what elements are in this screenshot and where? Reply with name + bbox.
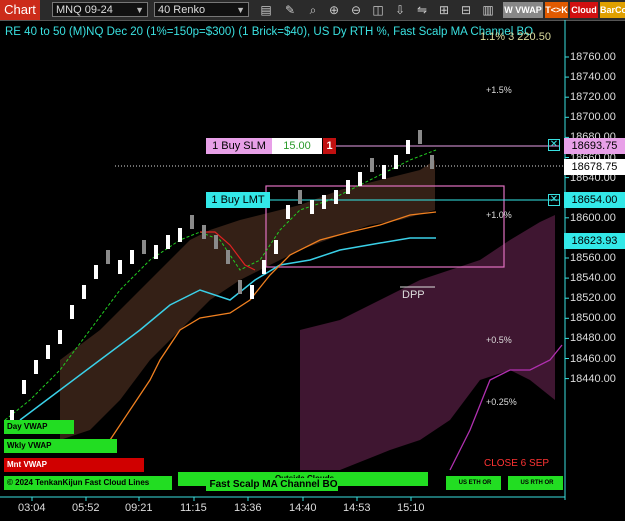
renko-brick bbox=[70, 305, 74, 319]
renko-brick bbox=[22, 380, 26, 394]
renko-brick bbox=[430, 155, 434, 169]
price-tick-label: 18480.00 bbox=[570, 332, 616, 345]
renko-brick bbox=[298, 190, 302, 204]
last-price-flag: 18678.75 bbox=[564, 159, 625, 175]
us-rth-or-badge: US RTH OR bbox=[508, 476, 563, 490]
renko-brick bbox=[202, 225, 206, 239]
renko-brick bbox=[130, 250, 134, 264]
renko-brick bbox=[370, 158, 374, 172]
buy-lmt-price-flag: 18654.00 bbox=[564, 192, 625, 208]
renko-brick bbox=[178, 228, 182, 242]
renko-brick bbox=[250, 285, 254, 299]
time-tick-label: 09:21 bbox=[125, 502, 153, 514]
price-tick-label: 18560.00 bbox=[570, 252, 616, 264]
ma-price-flag: 18623.93 bbox=[564, 233, 625, 249]
price-tick-label: 18760.00 bbox=[570, 51, 616, 63]
pct-label: +0.25% bbox=[486, 397, 517, 407]
time-tick-label: 11:15 bbox=[180, 502, 207, 514]
wkly-vwap-badge: Wkly VWAP bbox=[4, 439, 117, 453]
renko-brick bbox=[274, 240, 278, 254]
renko-brick bbox=[82, 285, 86, 299]
price-tick-label: 18540.00 bbox=[570, 272, 616, 285]
chart-title: RE 40 to 50 (M)NQ Dec 20 (1%=150p=$300) … bbox=[5, 26, 534, 38]
mnt-vwap-badge: Mnt VWAP bbox=[4, 458, 144, 472]
pct-label: +1.0% bbox=[486, 210, 512, 220]
price-tick-label: 18700.00 bbox=[570, 111, 616, 124]
pct-label: +0.5% bbox=[486, 335, 512, 345]
renko-brick bbox=[310, 200, 314, 214]
renko-brick bbox=[418, 130, 422, 144]
renko-brick bbox=[322, 195, 326, 209]
ichimoku-badge: © 2024 TenkanKijun Fast Cloud Lines bbox=[4, 476, 172, 490]
renko-brick bbox=[346, 180, 350, 194]
renko-brick bbox=[262, 260, 266, 274]
price-tick-label: 18500.00 bbox=[570, 312, 616, 325]
renko-brick bbox=[118, 260, 122, 274]
price-tick-label: 18600.00 bbox=[570, 211, 616, 224]
time-tick-label: 03:04 bbox=[18, 502, 46, 514]
time-tick-label: 15:10 bbox=[397, 502, 425, 514]
renko-brick bbox=[94, 265, 98, 279]
renko-brick bbox=[190, 215, 194, 229]
price-tick-label: 18440.00 bbox=[570, 372, 616, 385]
renko-brick bbox=[286, 205, 290, 219]
renko-brick bbox=[154, 245, 158, 259]
renko-brick bbox=[106, 250, 110, 264]
renko-brick bbox=[406, 140, 410, 154]
renko-brick bbox=[34, 360, 38, 374]
close-label: CLOSE 6 SEP bbox=[484, 458, 550, 469]
day-vwap-badge: Day VWAP bbox=[4, 420, 74, 434]
renko-brick bbox=[166, 235, 170, 249]
price-tick-label: 18720.00 bbox=[570, 91, 616, 104]
time-tick-label: 14:40 bbox=[289, 502, 317, 514]
renko-brick bbox=[394, 155, 398, 169]
cloud-area bbox=[300, 215, 555, 470]
buy-slm-qty[interactable]: 15.00 bbox=[272, 138, 322, 154]
close-order-icon[interactable]: ✕ bbox=[548, 139, 560, 151]
renko-brick bbox=[142, 240, 146, 254]
price-tick-label: 18520.00 bbox=[570, 292, 616, 305]
buy-slm-order-label[interactable]: 1 Buy SLM bbox=[206, 138, 272, 154]
renko-brick bbox=[46, 345, 50, 359]
pct-label: +1.5% bbox=[486, 85, 512, 95]
renko-brick bbox=[226, 250, 230, 264]
dpp-label: DPP bbox=[402, 289, 425, 301]
us-eth-or-badge: US ETH OR bbox=[446, 476, 501, 490]
renko-brick bbox=[214, 235, 218, 249]
renko-brick bbox=[334, 190, 338, 204]
price-tick-label: 18740.00 bbox=[570, 71, 616, 84]
close-order-icon[interactable]: ✕ bbox=[548, 194, 560, 206]
renko-brick bbox=[58, 330, 62, 344]
renko-brick bbox=[358, 172, 362, 186]
buy-slm-price-flag: 18693.75 bbox=[564, 138, 625, 154]
buy-lmt-order-label[interactable]: 1 Buy LMT bbox=[206, 192, 270, 208]
renko-brick bbox=[382, 165, 386, 179]
fast-scalp-badge: Fast Scalp MA Channel BO bbox=[206, 478, 338, 491]
time-tick-label: 14:53 bbox=[343, 502, 371, 514]
time-tick-label: 13:36 bbox=[234, 502, 262, 514]
price-tick-label: 18460.00 bbox=[570, 352, 616, 365]
chart-title-right: 1.1% 3 220.50 bbox=[480, 31, 551, 43]
buy-slm-count[interactable]: 1 bbox=[323, 138, 336, 154]
time-tick-label: 05:52 bbox=[72, 502, 100, 514]
renko-brick bbox=[238, 280, 242, 294]
